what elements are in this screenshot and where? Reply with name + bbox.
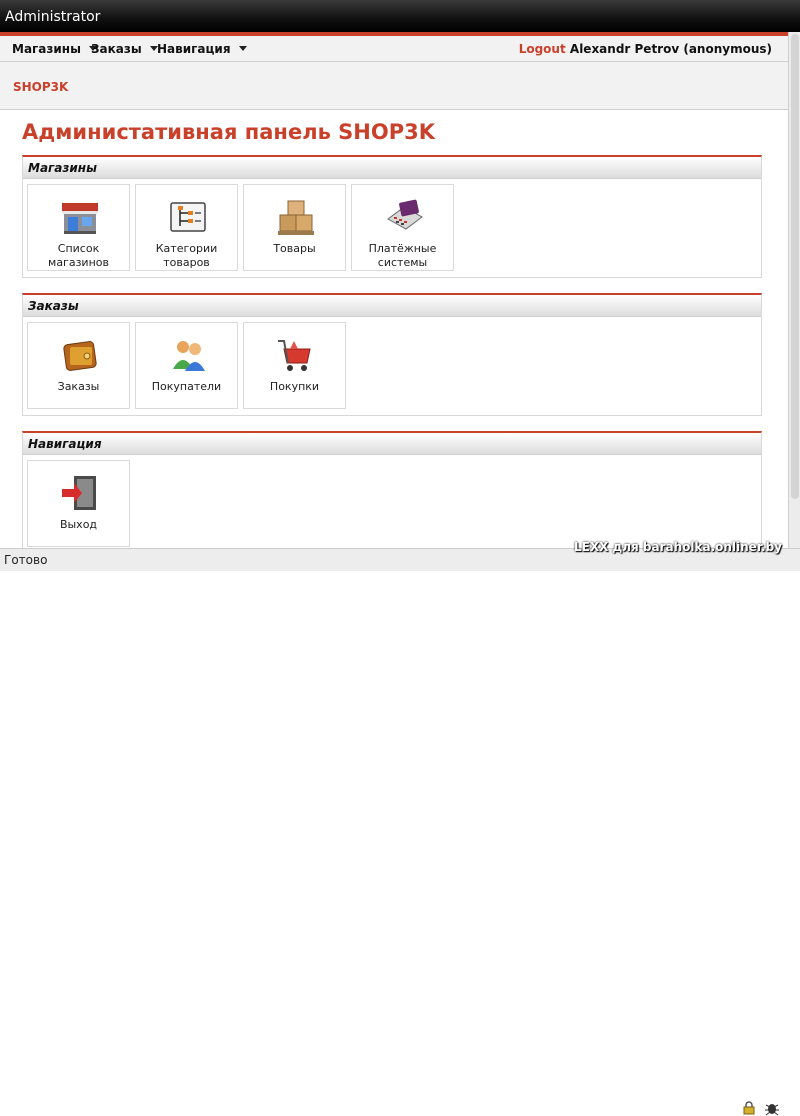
store-icon — [62, 203, 98, 234]
boxes-icon — [278, 200, 314, 235]
section-title: Заказы — [23, 295, 761, 317]
brand-bar: SHOP3K — [0, 62, 788, 110]
section-title: Магазины — [23, 157, 761, 179]
tile-grid: Заказы Покупатели Покупки — [23, 317, 761, 415]
tile-label: Список магазинов — [48, 242, 109, 269]
current-user: Alexandr Petrov (anonymous) — [569, 42, 772, 56]
top-menu-bar: Магазины Заказы Навигация Logout Alexand… — [0, 36, 788, 62]
category-tree-icon — [170, 202, 206, 232]
tile-purchases[interactable]: Покупки — [243, 322, 346, 409]
section-title: Навигация — [23, 433, 761, 455]
menu-item-label: Магазины — [12, 42, 81, 56]
tile-shop-list[interactable]: Список магазинов — [27, 184, 130, 271]
section-shops: Магазины Список магазинов Категории това… — [22, 155, 762, 278]
brand-link[interactable]: SHOP3K — [13, 80, 68, 94]
tile-grid: Список магазинов Категории товаров Товар… — [23, 179, 761, 277]
status-text: Готово — [4, 553, 48, 567]
customers-icon — [173, 341, 205, 371]
tile-label: Платёжные системы — [368, 242, 437, 269]
chevron-down-icon — [238, 46, 247, 51]
tile-label: Покупатели — [151, 380, 222, 393]
section-orders: Заказы Заказы Покупатели Покупки — [22, 293, 762, 416]
tile-label: Категории товаров — [155, 242, 218, 269]
wallet-icon — [63, 341, 97, 371]
tile-grid: Выход — [23, 455, 761, 553]
tile-label: Товары — [273, 242, 316, 255]
menu-item-navigation[interactable]: Навигация — [157, 42, 247, 56]
tile-customers[interactable]: Покупатели — [135, 322, 238, 409]
tile-orders[interactable]: Заказы — [27, 322, 130, 409]
vertical-scrollbar[interactable] — [788, 32, 800, 548]
window-title: Administrator — [5, 9, 101, 25]
bug-icon[interactable] — [764, 1100, 780, 1116]
payment-terminal-icon — [387, 199, 423, 230]
menu-item-shops[interactable]: Магазины — [12, 42, 97, 56]
logout-link[interactable]: Logout — [519, 42, 566, 56]
tile-payment-systems[interactable]: Платёжные системы — [351, 184, 454, 271]
page-title: Администативная панель SHOP3K — [22, 120, 435, 144]
tile-product-categories[interactable]: Категории товаров — [135, 184, 238, 271]
menu-item-orders[interactable]: Заказы — [91, 42, 158, 56]
exit-door-icon — [62, 476, 96, 510]
scrollbar-thumb[interactable] — [791, 34, 799, 499]
tile-products[interactable]: Товары — [243, 184, 346, 271]
watermark-text: LEXX для baraholka.onliner.by — [574, 540, 783, 554]
window-titlebar: Administrator — [0, 0, 800, 32]
lock-icon[interactable] — [742, 1101, 756, 1115]
tile-exit[interactable]: Выход — [27, 460, 130, 547]
menu-item-label: Навигация — [157, 42, 231, 56]
tile-label: Заказы — [57, 380, 100, 393]
user-box: Logout Alexandr Petrov (anonymous) — [519, 42, 772, 56]
shopping-cart-icon — [278, 340, 311, 371]
tile-label: Выход — [59, 518, 98, 531]
menu-item-label: Заказы — [91, 42, 142, 56]
tile-label: Покупки — [269, 380, 320, 393]
